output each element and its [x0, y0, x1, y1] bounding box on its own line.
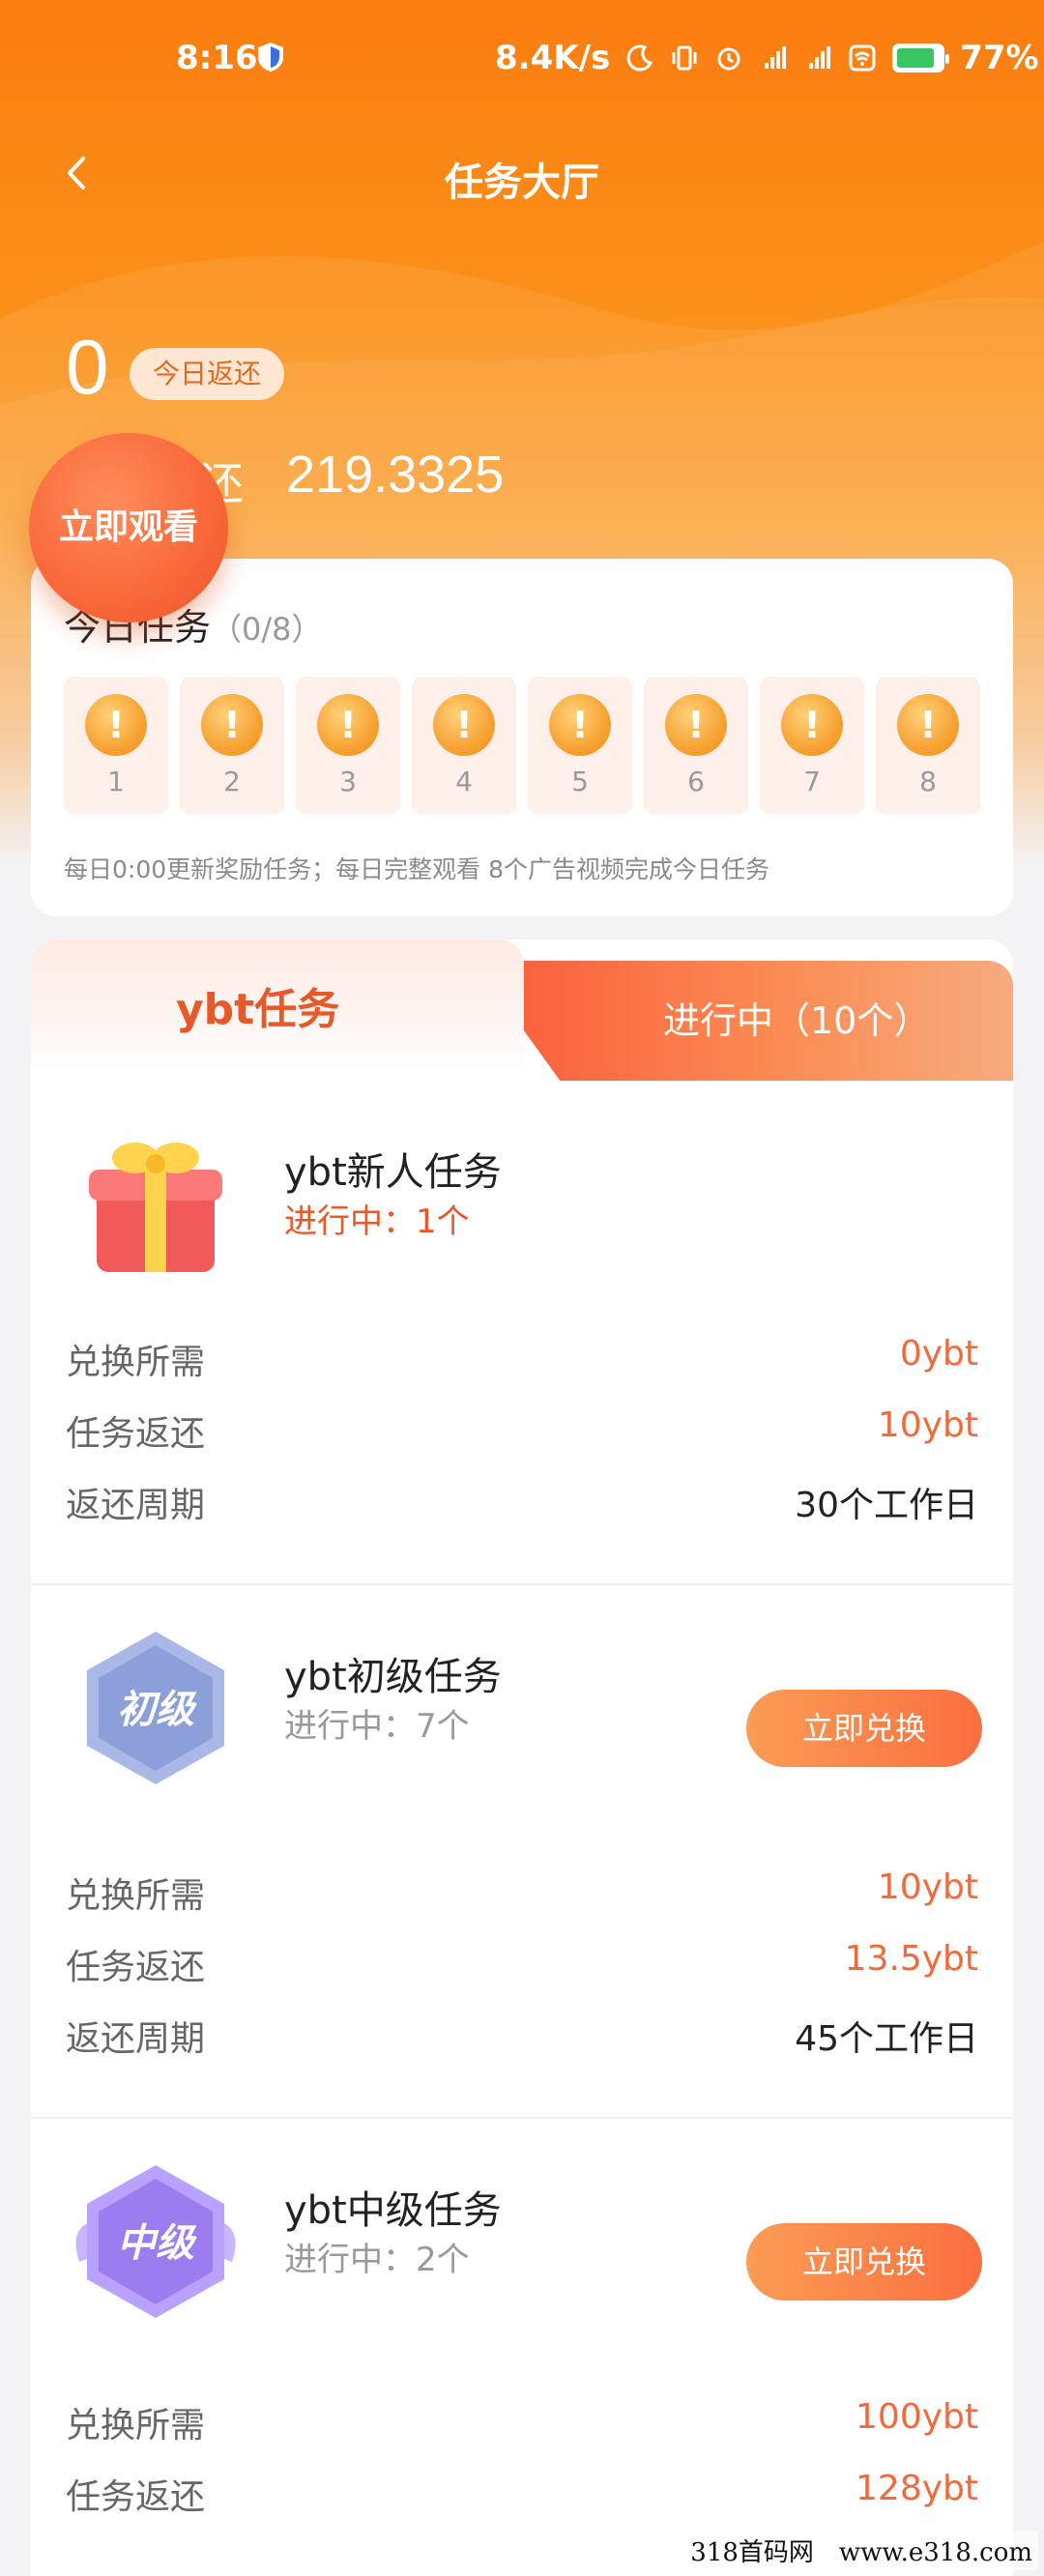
daily-task-slot[interactable]: ! 8	[876, 677, 980, 814]
task-item-newbie: ybt新人任务 进行中：1个 兑换所需 0ybt 任务返还 10ybt 返还周期 30…	[31, 1081, 1013, 1585]
today-return-label: 今日返还	[130, 348, 285, 400]
daily-task-note: 每日0:00更新奖励任务；每日完整观看 8个广告视频完成今日任务	[64, 855, 769, 883]
alarm-icon	[717, 47, 740, 71]
nav-bar: 任务大厅	[0, 126, 1044, 222]
exclamation-icon: !	[665, 694, 727, 756]
row-value: 30个工作日	[795, 1486, 978, 1525]
task-status: 进行中：1个	[284, 1202, 470, 1241]
daily-task-list: ! 1 ! 2 ! 3 ! 4 ! 5 ! 6 ! 7 ! 8	[64, 677, 980, 814]
task-status: 进行中：7个	[284, 1707, 470, 1746]
watermark: 318首码网 www.e318.com	[684, 2531, 1038, 2570]
exclamation-icon: !	[433, 694, 495, 756]
exclamation-icon: !	[781, 694, 843, 756]
row-label: 兑换所需	[66, 1876, 206, 1916]
daily-task-slot[interactable]: ! 3	[296, 677, 400, 814]
task-status: 进行中：2个	[284, 2241, 470, 2279]
battery-icon	[892, 43, 950, 72]
slot-number: 8	[919, 766, 937, 797]
row-label: 兑换所需	[66, 2406, 206, 2446]
exclamation-icon: !	[317, 694, 379, 756]
signal-hd-icon	[809, 46, 831, 69]
row-label: 任务返还	[66, 1948, 206, 1987]
intermediate-badge-icon: 中级	[75, 2165, 236, 2318]
task-list-card: 进行中（10个） ybt任务 ybt新人任务 进行中：1个 兑换所需 0ybt 任…	[31, 940, 1013, 2576]
task-row: 返还周期 45个工作日	[66, 2011, 978, 2069]
task-row: 任务返还 13.5ybt	[66, 1939, 978, 1997]
redeem-button[interactable]: 立即兑换	[746, 2223, 982, 2301]
daily-task-slot[interactable]: ! 7	[760, 677, 864, 814]
total-return-value: 219.3325	[286, 446, 505, 504]
row-value: 0ybt	[899, 1334, 978, 1374]
task-name: ybt新人任务	[284, 1150, 502, 1195]
row-value: 45个工作日	[795, 2019, 978, 2059]
exclamation-icon: !	[85, 694, 147, 756]
status-bar: 8:16 8.4K/s 77%	[0, 0, 1044, 116]
exclamation-icon: !	[201, 694, 263, 756]
task-row: 兑换所需 0ybt	[66, 1334, 978, 1392]
row-value: 10ybt	[877, 1405, 978, 1445]
moon-icon	[626, 44, 653, 72]
redeem-button[interactable]: 立即兑换	[746, 1690, 982, 1767]
daily-task-card: 今日任务（0/8） ! 1 ! 2 ! 3 ! 4 ! 5 ! 6 ! 7 ! 8 每日0:00…	[31, 559, 1013, 916]
row-label: 任务返还	[66, 2477, 206, 2517]
task-name: ybt初级任务	[284, 1655, 502, 1699]
row-value: 100ybt	[856, 2397, 978, 2437]
row-label: 兑换所需	[66, 1343, 206, 1382]
status-time: 8:16	[176, 39, 258, 77]
daily-task-slot[interactable]: ! 1	[64, 677, 168, 814]
slot-number: 2	[223, 766, 241, 797]
task-row: 兑换所需 100ybt	[66, 2397, 978, 2455]
task-tabs: 进行中（10个） ybt任务	[31, 940, 1013, 1081]
row-value: 128ybt	[856, 2469, 978, 2508]
slot-number: 6	[687, 766, 705, 797]
task-row: 返还周期 30个工作日	[66, 1477, 978, 1535]
vibrate-icon	[672, 45, 697, 71]
gift-icon	[89, 1143, 222, 1272]
daily-task-slot[interactable]: ! 6	[644, 677, 748, 814]
daily-task-progress: （0/8）	[211, 611, 323, 648]
tab-ybt-tasks[interactable]: ybt任务	[31, 940, 524, 1081]
daily-task-slot[interactable]: ! 4	[412, 677, 516, 814]
task-item-beginner: 初级 ybt初级任务 进行中：7个 立即兑换 兑换所需 10ybt 任务返还 13.…	[31, 1585, 1013, 2119]
slot-number: 4	[455, 766, 473, 797]
daily-task-slot[interactable]: ! 5	[528, 677, 632, 814]
wifi-icon	[849, 44, 876, 72]
task-name: ybt中级任务	[284, 2188, 502, 2233]
shield-icon	[258, 43, 283, 72]
beginner-badge-icon: 初级	[87, 1632, 224, 1784]
slot-number: 7	[803, 766, 821, 797]
row-label: 返还周期	[66, 1486, 206, 1525]
row-value: 13.5ybt	[844, 1939, 978, 1979]
signal-hd-icon	[765, 46, 787, 69]
battery-level: 77%	[960, 39, 1039, 77]
tab-in-progress[interactable]: 进行中（10个）	[474, 961, 1013, 1081]
exclamation-icon: !	[549, 694, 611, 756]
slot-number: 3	[339, 766, 357, 797]
slot-number: 1	[107, 766, 125, 797]
task-item-intermediate: 中级 ybt中级任务 进行中：2个 立即兑换 兑换所需 100ybt 任务返还 12…	[31, 2119, 1013, 2576]
row-label: 任务返还	[66, 1414, 206, 1454]
badge-label: 初级	[117, 1688, 197, 1732]
task-row: 任务返还 128ybt	[66, 2469, 978, 2527]
network-speed: 8.4K/s	[495, 39, 611, 77]
task-row: 任务返还 10ybt	[66, 1405, 978, 1463]
badge-label: 中级	[117, 2221, 197, 2266]
row-label: 返还周期	[66, 2019, 206, 2059]
row-value: 10ybt	[877, 1867, 978, 1907]
task-row: 兑换所需 10ybt	[66, 1867, 978, 1925]
today-return-amount: 0	[66, 324, 109, 410]
slot-number: 5	[571, 766, 589, 797]
exclamation-icon: !	[897, 694, 959, 756]
daily-task-slot[interactable]: ! 2	[180, 677, 284, 814]
watch-now-button[interactable]: 立即观看	[29, 433, 228, 622]
page-title: 任务大厅	[445, 160, 599, 205]
